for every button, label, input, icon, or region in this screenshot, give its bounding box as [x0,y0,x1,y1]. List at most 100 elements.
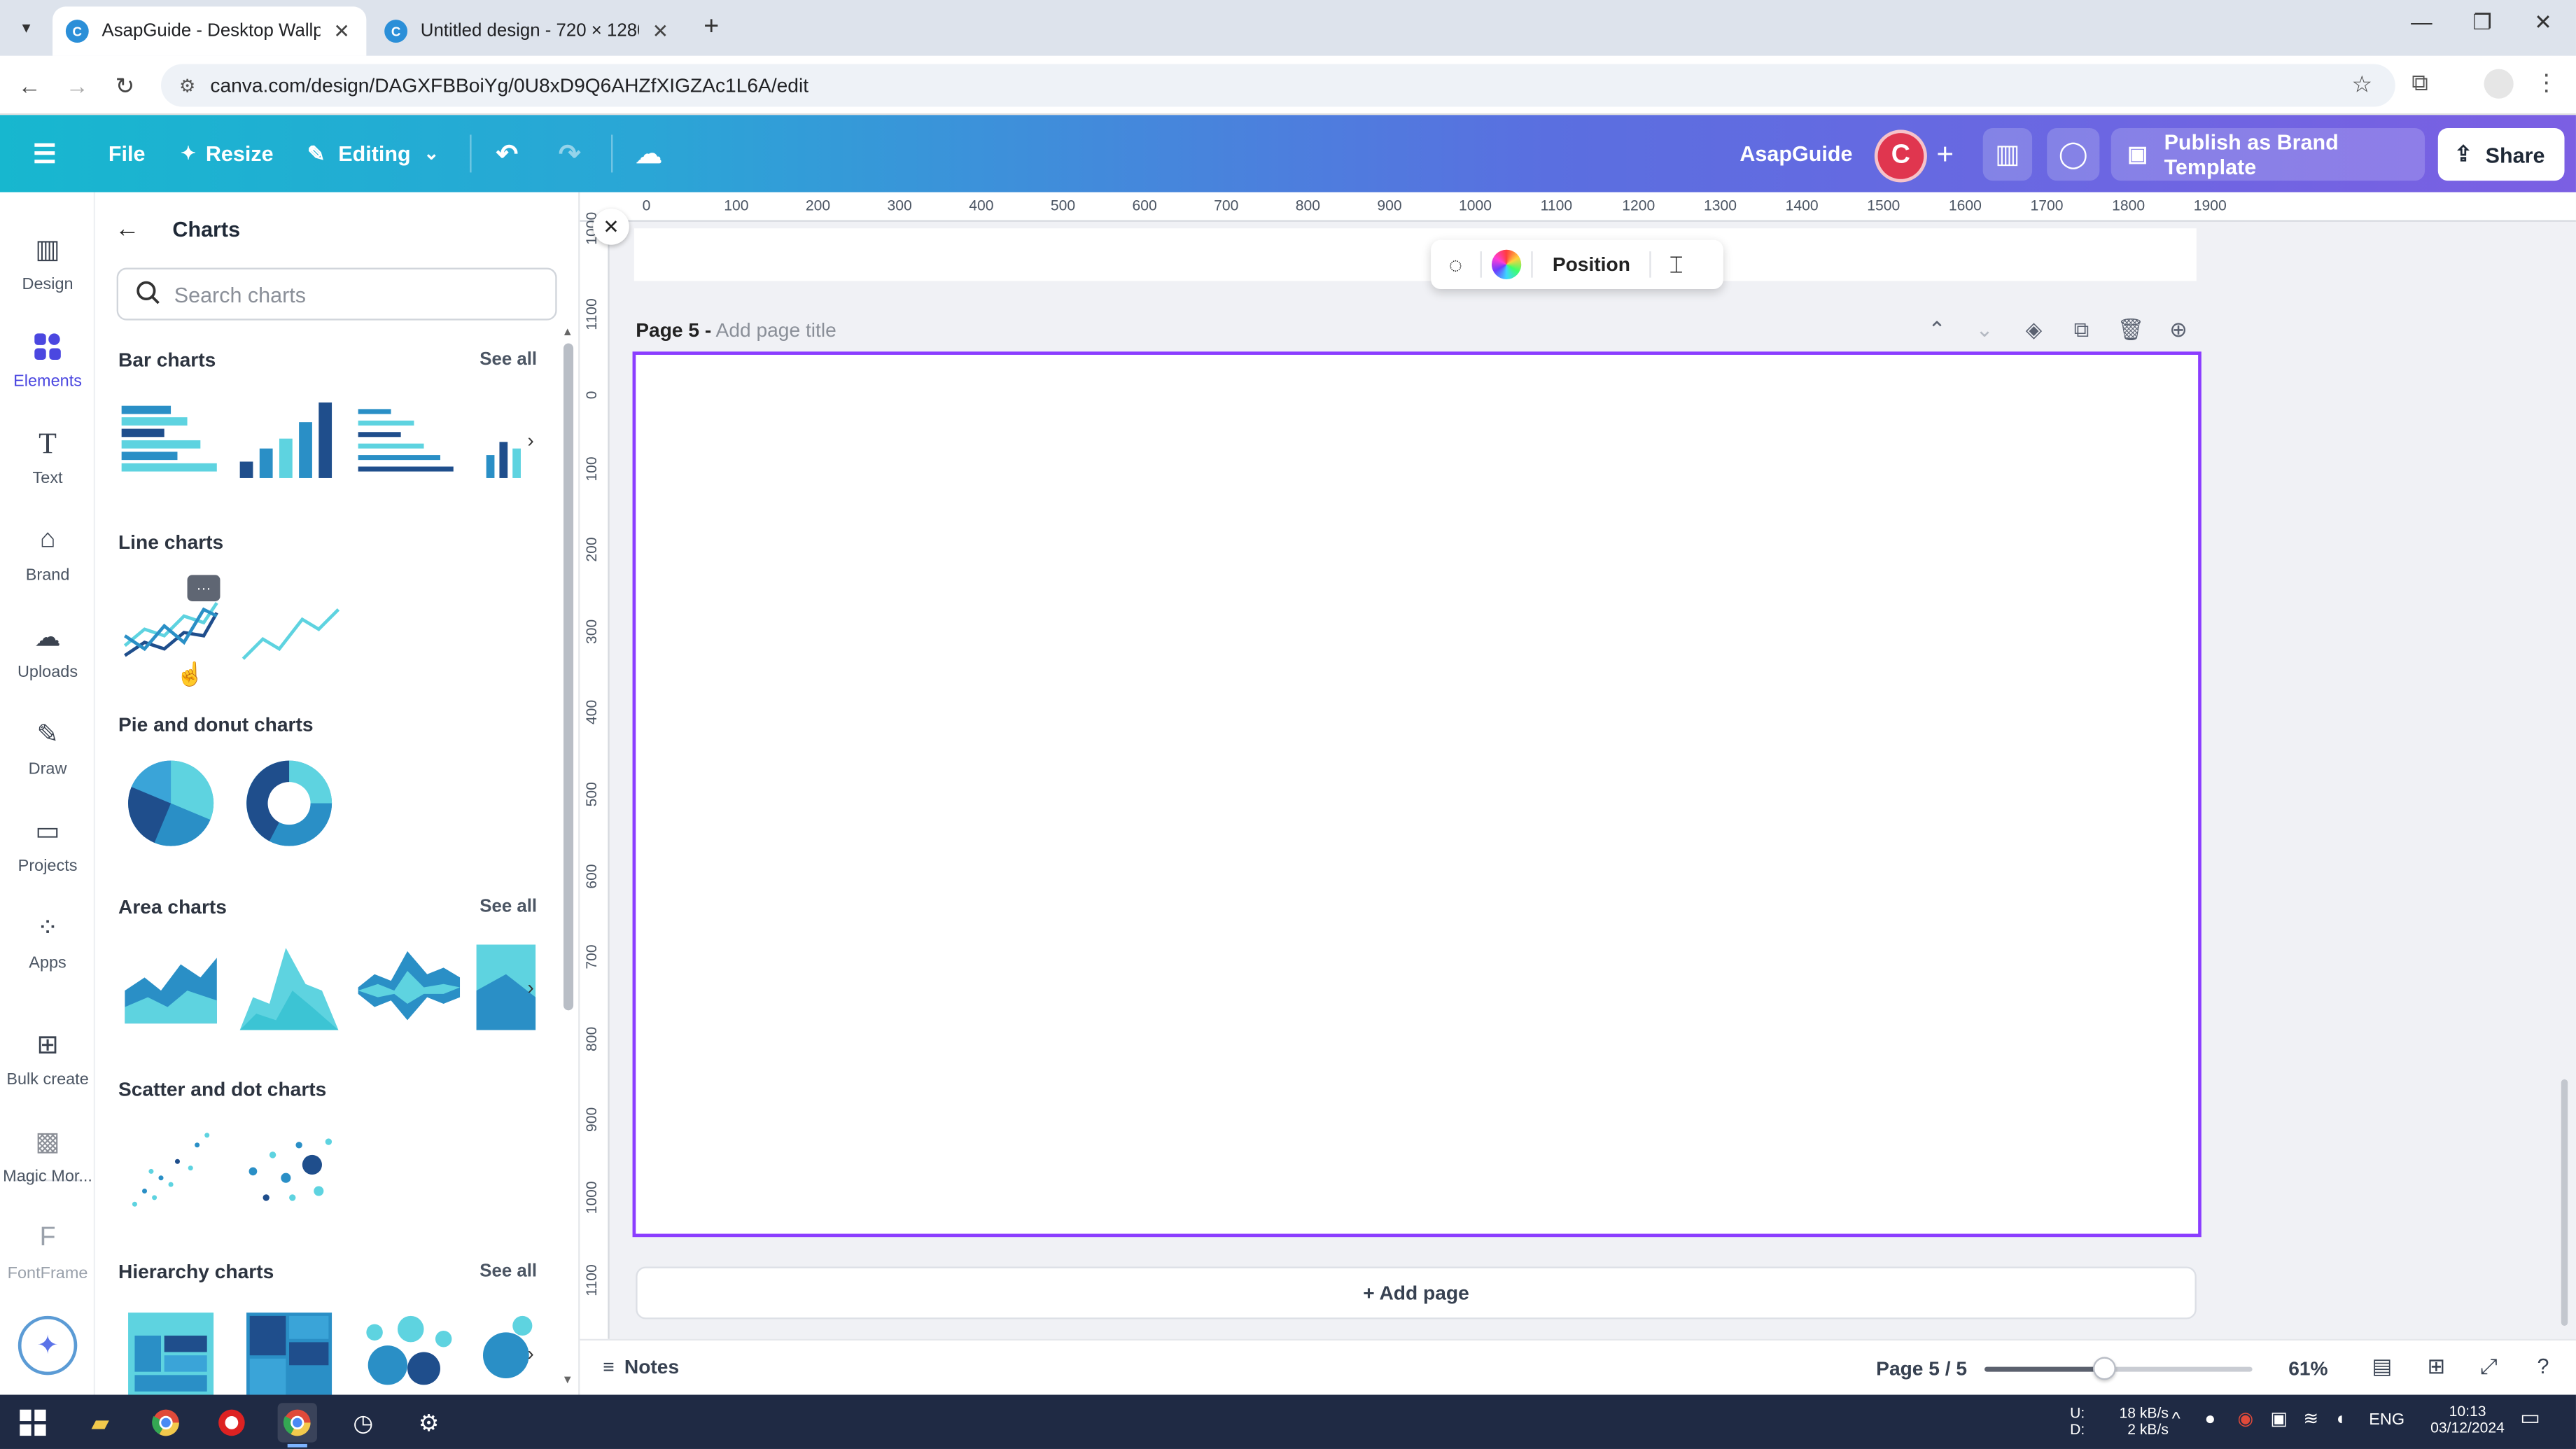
share-button[interactable]: ⇪ Share [2437,128,2565,181]
page-count[interactable]: Page 5 / 5 [1876,1357,1967,1380]
rail-item-projects[interactable]: ▭ Projects [0,804,95,892]
window-close-icon[interactable]: ✕ [2519,10,2568,43]
rail-item-fontframe[interactable]: F FontFrame [0,1211,95,1300]
close-tab-icon[interactable]: ✕ [649,20,672,43]
editing-mode-dropdown[interactable]: ✎ Editing ⌄ [307,115,439,192]
rail-item-elements[interactable]: Elements [0,318,95,407]
move-page-down-icon[interactable]: ⌄ [1970,317,1999,344]
recording-tray-icon[interactable]: ◉ [2237,1410,2253,1429]
bar-chart-thumbnail-1[interactable] [118,399,223,491]
profile-avatar[interactable] [2484,69,2514,99]
hierarchy-chart-thumbnail-2[interactable] [237,1309,342,1395]
language-indicator[interactable]: ENG [2369,1412,2404,1429]
workspace-scrollbar[interactable] [2561,1079,2568,1326]
hierarchy-chart-thumbnail-1[interactable] [118,1309,223,1395]
zoom-slider-handle[interactable] [2093,1357,2117,1380]
main-menu-icon[interactable]: ☰ [33,115,57,192]
see-all-hierarchy[interactable]: See all [479,1261,537,1281]
chrome-active-icon[interactable] [277,1403,317,1448]
bar-charts-next-arrow-icon[interactable]: › [519,429,542,452]
wifi-icon[interactable]: ≋ [2303,1410,2318,1429]
color-picker-icon[interactable] [1491,249,1522,279]
notes-button[interactable]: ≡ Notes [603,1355,679,1378]
user-avatar[interactable]: C [1874,130,1927,183]
fullscreen-icon[interactable]: ⤢ [2474,1354,2503,1380]
close-tab-icon[interactable]: ✕ [330,20,354,43]
donut-chart-thumbnail[interactable] [237,757,342,849]
position-button[interactable]: Position [1533,253,1650,276]
bar-chart-thumbnail-3[interactable] [355,399,460,491]
add-page-icon[interactable]: ⊕ [2164,317,2193,344]
scatter-chart-thumbnail[interactable] [118,1122,223,1214]
line-chart-thumbnail-2[interactable] [237,587,342,678]
browser-menu-icon[interactable]: ⋮ [2535,69,2558,97]
more-options-icon[interactable]: ··· [187,575,220,601]
recorder-icon[interactable] [212,1403,251,1442]
rail-item-apps[interactable]: ⁘ Apps [0,900,95,989]
bar-chart-thumbnail-2[interactable] [237,399,342,491]
insights-chart-icon[interactable]: ▥ [1982,128,2033,181]
close-rulers-icon[interactable]: ✕ [593,209,629,245]
rail-item-brand[interactable]: ⌂ Brand [0,512,95,601]
file-menu[interactable]: File [108,115,146,192]
url-field[interactable]: ⚙ canva.com/design/DAGXFBBoiYg/0U8xD9Q6A… [160,64,2395,107]
tab-search-chevron-icon[interactable]: ▾ [10,11,43,44]
new-tab-icon[interactable]: + [696,13,726,43]
reload-icon[interactable]: ↻ [108,69,141,102]
brand-name[interactable]: AsapGuide [1740,115,1852,192]
hierarchy-chart-thumbnail-3[interactable] [355,1309,460,1394]
comment-icon[interactable]: ◯ [2047,128,2100,181]
move-page-up-icon[interactable]: ⌃ [1922,317,1952,344]
see-all-bar-charts[interactable]: See all [479,350,537,370]
app-tray-icon[interactable]: ▣ [2270,1410,2287,1429]
notifications-icon[interactable]: ▭ [2520,1406,2540,1428]
grid-view-icon[interactable]: ⊞ [2421,1354,2451,1380]
back-icon[interactable]: ← [13,69,46,102]
extensions-icon[interactable]: ⧉ [2412,69,2428,97]
rail-item-text[interactable]: T Text [0,416,95,505]
see-all-area-charts[interactable]: See all [479,897,537,916]
page-title-input[interactable]: Add page title [716,318,836,342]
microphone-icon[interactable]: ● [2205,1410,2216,1429]
chrome-icon[interactable] [146,1403,186,1442]
forward-icon[interactable]: → [61,69,94,102]
scroll-up-arrow-icon[interactable]: ▲ [562,327,573,338]
rail-item-bulk-create[interactable]: ⊞ Bulk create [0,1017,95,1106]
site-settings-icon[interactable]: ⚙ [174,75,201,96]
volume-icon[interactable]: ◖ [2334,1410,2346,1429]
paint-roller-icon[interactable]: ⌶ [1651,251,1700,279]
minimize-icon[interactable]: — [2397,10,2446,43]
windows-start-icon[interactable] [13,1403,52,1442]
search-charts-input[interactable] [174,281,536,307]
dot-chart-thumbnail[interactable] [237,1122,342,1214]
browser-tab-asapguide[interactable]: C AsapGuide - Desktop Wallpape ✕ [52,6,367,56]
resize-button[interactable]: ✦ Resize [181,115,273,192]
rail-item-uploads[interactable]: ☁ Uploads [0,610,95,699]
scroll-down-arrow-icon[interactable]: ▼ [562,1375,573,1386]
zoom-percentage[interactable]: 61% [2288,1357,2328,1380]
browser-tab-untitled[interactable]: C Untitled design - 720 × 1280px ✕ [371,6,685,55]
redo-icon[interactable]: ↷ [559,115,580,192]
area-chart-thumbnail-2[interactable] [237,941,342,1033]
panel-scrollbar[interactable] [563,343,574,1011]
add-collaborator-icon[interactable]: + [1926,128,1965,181]
settings-gear-icon[interactable]: ⚙ [409,1403,448,1442]
page-view-icon[interactable]: ▤ [2367,1354,2397,1380]
area-chart-thumbnail-1[interactable] [118,941,223,1033]
rail-item-magic-morph[interactable]: ▩ Magic Mor... [0,1114,95,1203]
delete-page-icon[interactable]: 🗑 [2116,317,2146,344]
cloud-saved-icon[interactable]: ☁ [636,115,662,192]
pie-chart-thumbnail[interactable] [118,757,223,849]
tray-expand-icon[interactable]: ^ [2172,1410,2180,1429]
area-charts-next-arrow-icon[interactable]: › [519,976,542,999]
page-artboard[interactable] [632,351,2202,1238]
search-charts-field[interactable] [116,267,557,321]
rail-item-design[interactable]: ▥ Design [0,222,95,311]
hide-page-icon[interactable]: ◈ [2019,317,2048,344]
bookmark-star-icon[interactable]: ☆ [2351,71,2372,99]
area-chart-thumbnail-3[interactable] [355,941,461,1033]
back-arrow-icon[interactable]: ← [115,215,139,243]
add-page-button[interactable]: + Add page [636,1266,2197,1320]
clock[interactable]: 10:13 03/12/2024 [2418,1403,2517,1436]
publish-brand-template-button[interactable]: ▣ Publish as Brand Template [2110,128,2426,181]
